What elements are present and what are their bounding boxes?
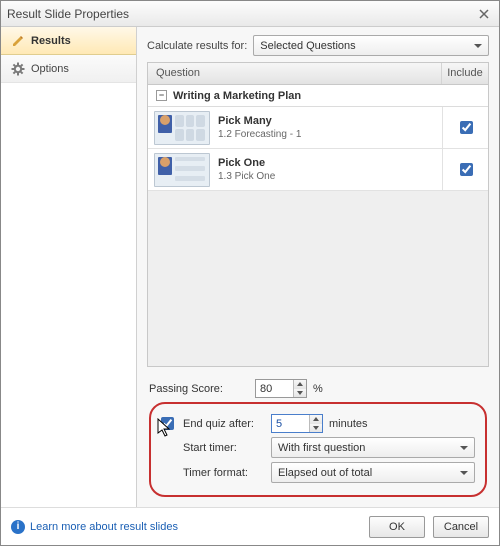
slide-thumbnail bbox=[154, 111, 210, 145]
question-title: Pick Many bbox=[218, 114, 442, 128]
chevron-down-icon bbox=[471, 39, 485, 53]
tab-results[interactable]: Results bbox=[1, 27, 136, 55]
help-link[interactable]: i Learn more about result slides bbox=[11, 520, 178, 534]
tab-options[interactable]: Options bbox=[1, 55, 136, 83]
passing-score-spinner[interactable] bbox=[255, 379, 307, 398]
timer-format-label: Timer format: bbox=[183, 467, 265, 479]
question-row[interactable]: Pick Many 1.2 Forecasting - 1 bbox=[148, 107, 488, 149]
col-question[interactable]: Question bbox=[148, 63, 442, 84]
include-checkbox[interactable] bbox=[460, 121, 473, 134]
tab-label: Results bbox=[31, 35, 71, 47]
end-quiz-label: End quiz after: bbox=[183, 418, 265, 430]
question-sub: 1.3 Pick One bbox=[218, 170, 442, 184]
timer-highlight-box: End quiz after: minutes Start timer: bbox=[149, 402, 487, 497]
main-panel: Calculate results for: Selected Question… bbox=[137, 27, 499, 507]
settings-area: Passing Score: % End quiz after: bbox=[147, 367, 489, 501]
timer-format-value: Elapsed out of total bbox=[278, 467, 372, 479]
help-text: Learn more about result slides bbox=[30, 521, 178, 533]
passing-unit: % bbox=[313, 383, 323, 395]
spin-down[interactable] bbox=[294, 389, 306, 398]
tab-label: Options bbox=[31, 63, 69, 75]
question-group[interactable]: − Writing a Marketing Plan bbox=[148, 85, 488, 107]
title-bar: Result Slide Properties bbox=[1, 1, 499, 27]
info-icon: i bbox=[11, 520, 25, 534]
cancel-button[interactable]: Cancel bbox=[433, 516, 489, 538]
calculate-dropdown[interactable]: Selected Questions bbox=[253, 35, 489, 56]
start-timer-dropdown[interactable]: With first question bbox=[271, 437, 475, 458]
spin-up[interactable] bbox=[294, 380, 306, 389]
question-row[interactable]: Pick One 1.3 Pick One bbox=[148, 149, 488, 191]
group-label: Writing a Marketing Plan bbox=[173, 90, 301, 102]
calculate-label: Calculate results for: bbox=[147, 40, 247, 52]
spin-down[interactable] bbox=[310, 424, 322, 433]
start-timer-value: With first question bbox=[278, 442, 365, 454]
close-icon[interactable] bbox=[475, 5, 493, 23]
chevron-down-icon bbox=[457, 441, 471, 455]
question-title: Pick One bbox=[218, 156, 442, 170]
collapse-icon[interactable]: − bbox=[156, 90, 167, 101]
sidebar: Results Options bbox=[1, 27, 137, 507]
questions-panel: Question Include − Writing a Marketing P… bbox=[147, 62, 489, 367]
col-include[interactable]: Include bbox=[442, 63, 488, 84]
include-checkbox[interactable] bbox=[460, 163, 473, 176]
minutes-input[interactable] bbox=[276, 418, 308, 430]
footer: i Learn more about result slides OK Canc… bbox=[1, 507, 499, 545]
chevron-down-icon bbox=[457, 466, 471, 480]
slide-thumbnail bbox=[154, 153, 210, 187]
ok-button[interactable]: OK bbox=[369, 516, 425, 538]
minutes-unit: minutes bbox=[329, 418, 368, 430]
window-title: Result Slide Properties bbox=[7, 7, 475, 21]
questions-header: Question Include bbox=[148, 63, 488, 85]
spin-up[interactable] bbox=[310, 415, 322, 424]
calculate-value: Selected Questions bbox=[260, 40, 355, 52]
gear-icon bbox=[11, 62, 25, 76]
timer-format-dropdown[interactable]: Elapsed out of total bbox=[271, 462, 475, 483]
passing-score-input[interactable] bbox=[260, 383, 292, 395]
passing-score-label: Passing Score: bbox=[149, 383, 245, 395]
question-sub: 1.2 Forecasting - 1 bbox=[218, 128, 442, 142]
pencil-icon bbox=[11, 34, 25, 48]
end-quiz-checkbox[interactable] bbox=[161, 417, 174, 430]
start-timer-label: Start timer: bbox=[183, 442, 265, 454]
minutes-spinner[interactable] bbox=[271, 414, 323, 433]
